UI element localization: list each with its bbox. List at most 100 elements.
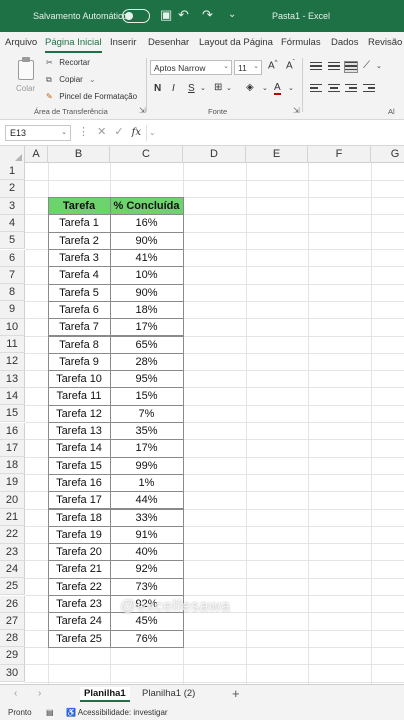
- table-cell-task[interactable]: Tarefa 25: [47, 629, 111, 648]
- column-header-c[interactable]: C: [110, 146, 183, 163]
- row-header-5[interactable]: 5: [0, 232, 25, 250]
- autosave-toggle[interactable]: [122, 9, 150, 23]
- table-header-tarefa[interactable]: Tarefa: [47, 197, 111, 216]
- row-header-9[interactable]: 9: [0, 301, 25, 319]
- format-painter-button[interactable]: ✎ Pincel de Formatação: [46, 92, 137, 101]
- row-header-15[interactable]: 15: [0, 405, 25, 423]
- table-cell-task[interactable]: Tarefa 18: [47, 508, 111, 527]
- row-header-24[interactable]: 24: [0, 560, 25, 579]
- row-header-10[interactable]: 10: [0, 318, 25, 336]
- borders-icon[interactable]: ⊞: [214, 82, 222, 93]
- table-cell-percent[interactable]: 92%: [109, 595, 184, 614]
- bold-button[interactable]: N: [154, 83, 161, 94]
- borders-dropdown-icon[interactable]: ⌄: [226, 84, 232, 92]
- row-header-26[interactable]: 26: [0, 595, 25, 613]
- table-cell-task[interactable]: Tarefa 1: [47, 214, 111, 233]
- enter-icon[interactable]: ✓: [114, 126, 123, 138]
- table-cell-percent[interactable]: 18%: [109, 300, 184, 320]
- table-cell-percent[interactable]: 35%: [109, 422, 184, 441]
- redo-icon[interactable]: ↷: [202, 8, 213, 22]
- table-cell-percent[interactable]: 90%: [109, 283, 184, 302]
- table-cell-task[interactable]: Tarefa 15: [47, 456, 111, 475]
- table-cell-percent[interactable]: 17%: [109, 439, 184, 458]
- tab-dados[interactable]: Dados: [331, 37, 358, 48]
- column-header-b[interactable]: B: [48, 146, 110, 163]
- column-header-a[interactable]: A: [25, 146, 48, 163]
- row-header-22[interactable]: 22: [0, 526, 25, 544]
- cut-button[interactable]: ✂ Recortar: [46, 58, 90, 67]
- customize-qat-icon[interactable]: ⌄: [228, 8, 236, 22]
- table-cell-task[interactable]: Tarefa 10: [47, 370, 111, 389]
- select-all-corner[interactable]: [0, 146, 25, 163]
- table-cell-task[interactable]: Tarefa 5: [47, 283, 111, 302]
- table-cell-task[interactable]: Tarefa 12: [47, 404, 111, 423]
- table-cell-percent[interactable]: 95%: [109, 370, 184, 389]
- table-cell-percent[interactable]: 65%: [109, 335, 184, 354]
- row-header-23[interactable]: 23: [0, 543, 25, 561]
- table-cell-task[interactable]: Tarefa 23: [47, 595, 111, 614]
- macro-record-icon[interactable]: ▤: [46, 708, 54, 717]
- tab-revisao[interactable]: Revisão: [368, 37, 402, 48]
- font-color-dropdown-icon[interactable]: ⌄: [288, 84, 294, 92]
- row-header-21[interactable]: 21: [0, 509, 25, 527]
- table-cell-percent[interactable]: 99%: [109, 456, 184, 475]
- row-header-29[interactable]: 29: [0, 647, 25, 665]
- align-center-icon[interactable]: [328, 84, 340, 94]
- table-cell-percent[interactable]: 1%: [109, 473, 184, 493]
- row-header-27[interactable]: 27: [0, 612, 25, 631]
- formula-input[interactable]: [146, 125, 404, 141]
- table-cell-percent[interactable]: 44%: [109, 491, 184, 510]
- table-cell-task[interactable]: Tarefa 16: [47, 473, 111, 493]
- align-top-icon[interactable]: [310, 62, 322, 72]
- table-cell-percent[interactable]: 33%: [109, 508, 184, 527]
- increase-font-icon[interactable]: A^: [268, 60, 278, 71]
- table-cell-task[interactable]: Tarefa 20: [47, 543, 111, 562]
- name-box[interactable]: E13 ⌄: [5, 125, 71, 141]
- align-right-icon[interactable]: [345, 84, 357, 94]
- table-cell-task[interactable]: Tarefa 6: [47, 300, 111, 320]
- row-header-28[interactable]: 28: [0, 630, 25, 648]
- row-header-19[interactable]: 19: [0, 474, 25, 492]
- table-cell-percent[interactable]: 73%: [109, 577, 184, 596]
- font-color-icon[interactable]: A: [274, 82, 281, 95]
- table-cell-percent[interactable]: 10%: [109, 266, 184, 285]
- align-middle-icon[interactable]: [328, 62, 340, 72]
- prev-sheet-icon[interactable]: ‹: [14, 688, 17, 699]
- spreadsheet-grid[interactable]: ABCDEFG 1 2 3 4 5 6 7 8 9 10 11 12 13 14 15 16 17 18 19 20 2…: [0, 146, 404, 684]
- table-cell-percent[interactable]: 90%: [109, 231, 184, 250]
- tab-arquivo[interactable]: Arquivo: [5, 37, 37, 48]
- table-cell-percent[interactable]: 92%: [109, 560, 184, 579]
- cancel-icon[interactable]: ✕: [97, 126, 106, 138]
- column-header-d[interactable]: D: [183, 146, 246, 163]
- row-header-14[interactable]: 14: [0, 387, 25, 406]
- table-cell-task[interactable]: Tarefa 3: [47, 249, 111, 268]
- underline-button[interactable]: S: [188, 83, 195, 94]
- table-cell-task[interactable]: Tarefa 17: [47, 491, 111, 510]
- table-cell-task[interactable]: Tarefa 9: [47, 352, 111, 372]
- table-cell-percent[interactable]: 15%: [109, 387, 184, 406]
- table-cell-percent[interactable]: 17%: [109, 318, 184, 337]
- column-header-e[interactable]: E: [246, 146, 308, 163]
- table-cell-task[interactable]: Tarefa 2: [47, 231, 111, 250]
- table-cell-task[interactable]: Tarefa 11: [47, 387, 111, 406]
- add-sheet-icon[interactable]: +: [232, 686, 240, 701]
- tab-layout-da-pagina[interactable]: Layout da Página: [199, 37, 273, 48]
- table-cell-task[interactable]: Tarefa 21: [47, 560, 111, 579]
- row-header-30[interactable]: 30: [0, 664, 25, 682]
- row-header-11[interactable]: 11: [0, 336, 25, 354]
- table-cell-task[interactable]: Tarefa 22: [47, 577, 111, 596]
- table-cell-task[interactable]: Tarefa 8: [47, 335, 111, 354]
- table-cell-percent[interactable]: 41%: [109, 249, 184, 268]
- table-cell-task[interactable]: Tarefa 4: [47, 266, 111, 285]
- column-header-f[interactable]: F: [308, 146, 371, 163]
- sheet-tab-planilha1[interactable]: Planilha1: [80, 687, 130, 702]
- more-options-icon[interactable]: ⋮: [78, 126, 89, 138]
- font-name-select[interactable]: Aptos Narrow ⌄: [150, 60, 232, 75]
- fill-color-icon[interactable]: ◈: [246, 82, 254, 93]
- tab-pagina-inicial[interactable]: Página Inicial: [45, 37, 102, 53]
- table-cell-percent[interactable]: 28%: [109, 352, 184, 372]
- accessibility-status[interactable]: ♿ Acessibilidade: investigar: [66, 708, 168, 717]
- tab-formulas[interactable]: Fórmulas: [281, 37, 321, 48]
- align-left-icon[interactable]: [310, 84, 322, 94]
- table-cell-task[interactable]: Tarefa 13: [47, 422, 111, 441]
